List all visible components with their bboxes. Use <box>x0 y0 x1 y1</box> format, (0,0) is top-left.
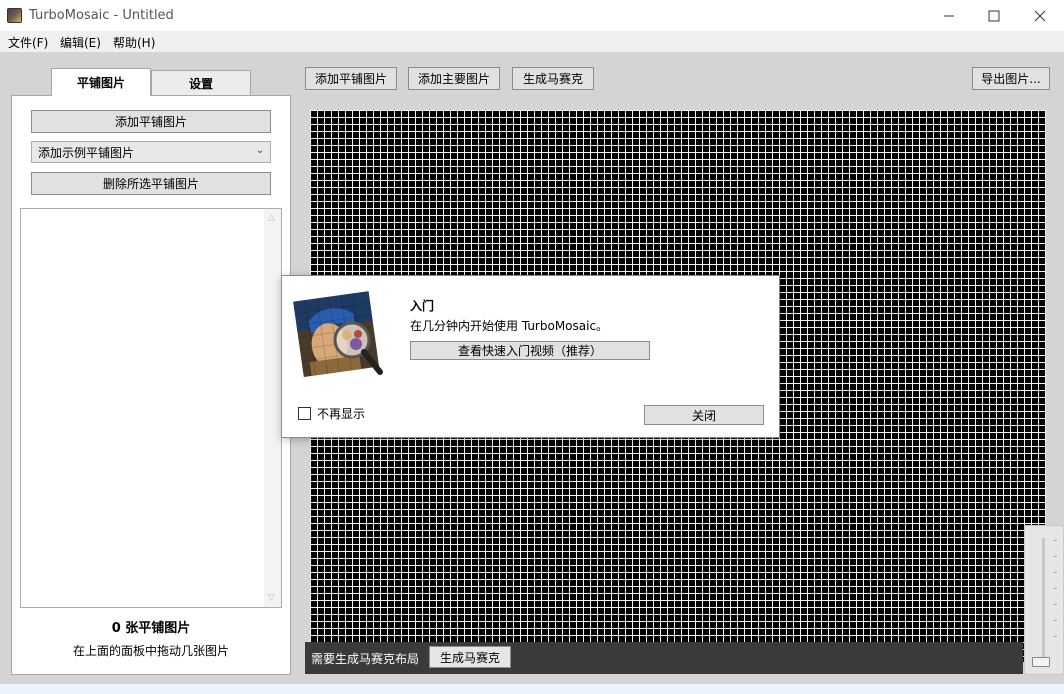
getting-started-dialog: 入门 在几分钟内开始使用 TurboMosaic。 查看快速入门视频（推荐） 不… <box>281 275 780 438</box>
add-tiles-button[interactable]: 添加平铺图片 <box>31 110 271 133</box>
watch-video-button[interactable]: 查看快速入门视频（推荐） <box>410 341 650 360</box>
chevron-down-icon: ⌄ <box>255 145 264 156</box>
toolbar-add-tiles-button[interactable]: 添加平铺图片 <box>305 67 397 90</box>
slider-tick <box>1054 588 1057 589</box>
minimize-icon <box>944 15 954 16</box>
menu-help[interactable]: 帮助(H) <box>113 34 155 51</box>
dont-show-checkbox[interactable] <box>298 407 311 420</box>
tile-count: 0 张平铺图片 <box>111 621 191 636</box>
delete-tiles-button[interactable]: 删除所选平铺图片 <box>31 172 271 195</box>
zoom-slider[interactable] <box>1024 525 1064 675</box>
status-message: 需要生成马赛克布局 <box>311 652 420 666</box>
status-bar: 需要生成马赛克布局 生成马赛克 <box>305 642 1023 674</box>
status-generate-button[interactable]: 生成马赛克 <box>429 646 511 668</box>
dialog-title: 入门 <box>410 299 435 313</box>
dont-show-label[interactable]: 不再显示 <box>317 405 365 422</box>
bottom-strip <box>0 684 1064 694</box>
slider-tick <box>1054 636 1057 637</box>
slider-tick <box>1054 556 1057 557</box>
zoom-slider-track <box>1042 538 1045 662</box>
app-icon <box>7 8 22 23</box>
sample-tiles-select[interactable]: 添加示例平铺图片 ⌄ <box>31 141 271 163</box>
export-image-button[interactable]: 导出图片... <box>972 67 1050 90</box>
dialog-close-button[interactable]: 关闭 <box>644 405 764 425</box>
slider-tick <box>1054 604 1057 605</box>
maximize-icon <box>988 10 1000 21</box>
sample-tiles-select-label: 添加示例平铺图片 <box>38 145 135 160</box>
menu-edit[interactable]: 编辑(E) <box>60 34 101 51</box>
title-bar: TurboMosaic - Untitled <box>0 0 1064 31</box>
dialog-subtitle: 在几分钟内开始使用 TurboMosaic。 <box>410 319 609 333</box>
tab-settings[interactable]: 设置 <box>151 70 251 96</box>
close-button[interactable] <box>1017 0 1063 31</box>
generate-mosaic-button[interactable]: 生成马赛克 <box>512 67 594 90</box>
mosaic-logo-image <box>293 291 383 378</box>
minimize-button[interactable] <box>926 0 972 31</box>
slider-tick <box>1054 540 1057 541</box>
scroll-up-icon[interactable]: △ <box>268 213 275 223</box>
maximize-button[interactable] <box>971 0 1017 31</box>
slider-tick <box>1054 572 1057 573</box>
add-main-image-button[interactable]: 添加主要图片 <box>408 67 500 90</box>
zoom-slider-thumb[interactable] <box>1032 657 1050 667</box>
menu-file[interactable]: 文件(F) <box>8 34 48 51</box>
tab-tiles[interactable]: 平铺图片 <box>51 68 151 96</box>
tile-list[interactable]: △ ▽ <box>20 208 282 608</box>
menu-bar: 文件(F) 编辑(E) 帮助(H) <box>0 31 1064 52</box>
window-title: TurboMosaic - Untitled <box>29 8 174 23</box>
slider-tick <box>1054 620 1057 621</box>
close-icon <box>1034 10 1046 21</box>
tile-hint: 在上面的面板中拖动几张图片 <box>72 644 229 658</box>
tile-list-scrollbar[interactable]: △ ▽ <box>264 209 281 607</box>
scroll-down-icon[interactable]: ▽ <box>268 593 275 603</box>
